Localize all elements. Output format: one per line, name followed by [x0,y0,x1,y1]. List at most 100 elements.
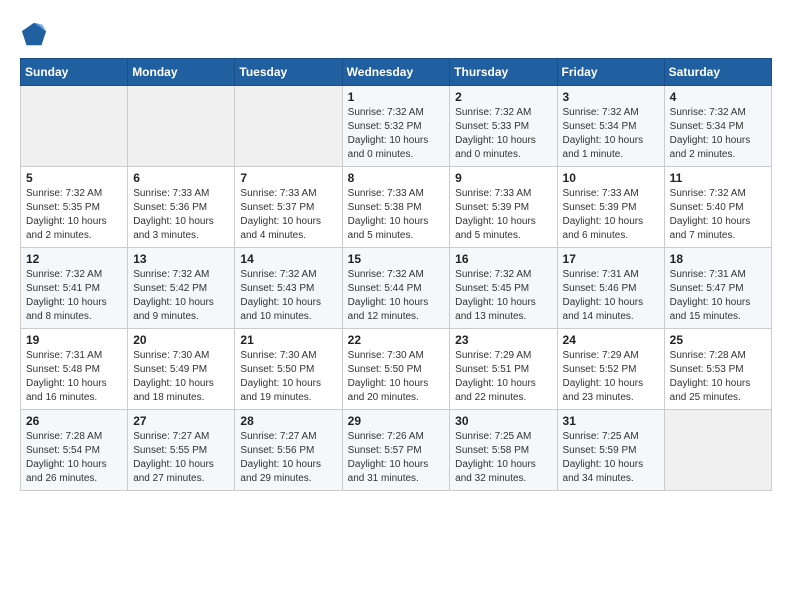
day-info: Sunrise: 7:32 AM Sunset: 5:32 PM Dayligh… [348,106,445,162]
day-info: Sunrise: 7:27 AM Sunset: 5:55 PM Dayligh… [133,430,229,486]
day-info: Sunrise: 7:27 AM Sunset: 5:56 PM Dayligh… [240,430,336,486]
day-number: 1 [348,90,445,104]
day-info: Sunrise: 7:25 AM Sunset: 5:59 PM Dayligh… [563,430,659,486]
calendar-header: SundayMondayTuesdayWednesdayThursdayFrid… [21,59,772,86]
day-number: 30 [455,414,551,428]
day-cell: 30Sunrise: 7:25 AM Sunset: 5:58 PM Dayli… [450,410,557,491]
day-info: Sunrise: 7:32 AM Sunset: 5:41 PM Dayligh… [26,268,122,324]
day-cell: 14 Sunrise: 7:32 AM Sunset: 5:43 PM Dayli… [235,248,342,329]
logo [20,20,52,48]
calendar-table: SundayMondayTuesdayWednesdayThursdayFrid… [20,58,772,491]
day-number: 3 [563,90,659,104]
day-info: Sunrise: 7:33 AM Sunset: 5:39 PM Dayligh… [563,187,659,243]
day-number: 17 [563,252,659,266]
day-cell: 19 Sunrise: 7:31 AM Sunset: 5:48 PM Dayli… [21,329,128,410]
day-cell: 8Sunrise: 7:33 AM Sunset: 5:38 PM Daylig… [342,167,450,248]
day-number: 27 [133,414,229,428]
header-cell-saturday: Saturday [664,59,771,86]
day-info: Sunrise: 7:26 AM Sunset: 5:57 PM Dayligh… [348,430,445,486]
day-info: Sunrise: 7:30 AM Sunset: 5:50 PM Dayligh… [240,349,336,405]
day-cell: 3 Sunrise: 7:32 AM Sunset: 5:34 PM Daylig… [557,86,664,167]
day-info: Sunrise: 7:29 AM Sunset: 5:52 PM Dayligh… [563,349,659,405]
day-cell: 27 Sunrise: 7:27 AM Sunset: 5:55 PM Dayli… [128,410,235,491]
day-number: 28 [240,414,336,428]
day-info: Sunrise: 7:32 AM Sunset: 5:34 PM Dayligh… [670,106,766,162]
week-row-3: 12 Sunrise: 7:32 AM Sunset: 5:41 PM Dayli… [21,248,772,329]
day-info: Sunrise: 7:32 AM Sunset: 5:42 PM Dayligh… [133,268,229,324]
day-cell: 1 Sunrise: 7:32 AM Sunset: 5:32 PM Daylig… [342,86,450,167]
day-number: 12 [26,252,122,266]
day-number: 13 [133,252,229,266]
week-row-2: 5 Sunrise: 7:32 AM Sunset: 5:35 PM Daylig… [21,167,772,248]
day-info: Sunrise: 7:31 AM Sunset: 5:48 PM Dayligh… [26,349,122,405]
day-cell: 9 Sunrise: 7:33 AM Sunset: 5:39 PM Daylig… [450,167,557,248]
day-cell: 15 Sunrise: 7:32 AM Sunset: 5:44 PM Dayli… [342,248,450,329]
day-cell: 28 Sunrise: 7:27 AM Sunset: 5:56 PM Dayli… [235,410,342,491]
day-info: Sunrise: 7:33 AM Sunset: 5:36 PM Dayligh… [133,187,229,243]
day-number: 9 [455,171,551,185]
day-cell [128,86,235,167]
day-cell: 7Sunrise: 7:33 AM Sunset: 5:37 PM Daylig… [235,167,342,248]
day-info: Sunrise: 7:33 AM Sunset: 5:37 PM Dayligh… [240,187,336,243]
day-cell: 22 Sunrise: 7:30 AM Sunset: 5:50 PM Dayli… [342,329,450,410]
day-number: 22 [348,333,445,347]
day-cell [21,86,128,167]
day-info: Sunrise: 7:28 AM Sunset: 5:54 PM Dayligh… [26,430,122,486]
day-cell: 24 Sunrise: 7:29 AM Sunset: 5:52 PM Dayli… [557,329,664,410]
day-cell: 31Sunrise: 7:25 AM Sunset: 5:59 PM Dayli… [557,410,664,491]
day-number: 11 [670,171,766,185]
day-number: 26 [26,414,122,428]
day-number: 6 [133,171,229,185]
day-number: 4 [670,90,766,104]
day-info: Sunrise: 7:33 AM Sunset: 5:38 PM Dayligh… [348,187,445,243]
day-number: 21 [240,333,336,347]
day-number: 5 [26,171,122,185]
day-info: Sunrise: 7:32 AM Sunset: 5:45 PM Dayligh… [455,268,551,324]
header-row: SundayMondayTuesdayWednesdayThursdayFrid… [21,59,772,86]
day-cell: 25Sunrise: 7:28 AM Sunset: 5:53 PM Dayli… [664,329,771,410]
day-number: 23 [455,333,551,347]
day-cell: 12 Sunrise: 7:32 AM Sunset: 5:41 PM Dayli… [21,248,128,329]
day-info: Sunrise: 7:28 AM Sunset: 5:53 PM Dayligh… [670,349,766,405]
day-cell: 11Sunrise: 7:32 AM Sunset: 5:40 PM Dayli… [664,167,771,248]
day-info: Sunrise: 7:30 AM Sunset: 5:49 PM Dayligh… [133,349,229,405]
day-cell: 20 Sunrise: 7:30 AM Sunset: 5:49 PM Dayli… [128,329,235,410]
day-cell: 10Sunrise: 7:33 AM Sunset: 5:39 PM Dayli… [557,167,664,248]
day-info: Sunrise: 7:32 AM Sunset: 5:35 PM Dayligh… [26,187,122,243]
header-cell-monday: Monday [128,59,235,86]
day-number: 24 [563,333,659,347]
calendar-body: 1 Sunrise: 7:32 AM Sunset: 5:32 PM Daylig… [21,86,772,491]
day-info: Sunrise: 7:33 AM Sunset: 5:39 PM Dayligh… [455,187,551,243]
day-number: 2 [455,90,551,104]
day-cell [235,86,342,167]
day-cell: 21 Sunrise: 7:30 AM Sunset: 5:50 PM Dayli… [235,329,342,410]
day-number: 14 [240,252,336,266]
day-info: Sunrise: 7:32 AM Sunset: 5:33 PM Dayligh… [455,106,551,162]
day-cell: 18Sunrise: 7:31 AM Sunset: 5:47 PM Dayli… [664,248,771,329]
day-info: Sunrise: 7:32 AM Sunset: 5:44 PM Dayligh… [348,268,445,324]
day-cell: 5 Sunrise: 7:32 AM Sunset: 5:35 PM Daylig… [21,167,128,248]
day-info: Sunrise: 7:30 AM Sunset: 5:50 PM Dayligh… [348,349,445,405]
day-number: 16 [455,252,551,266]
day-number: 15 [348,252,445,266]
day-info: Sunrise: 7:31 AM Sunset: 5:47 PM Dayligh… [670,268,766,324]
day-cell: 23Sunrise: 7:29 AM Sunset: 5:51 PM Dayli… [450,329,557,410]
day-info: Sunrise: 7:31 AM Sunset: 5:46 PM Dayligh… [563,268,659,324]
header [20,20,772,48]
day-number: 20 [133,333,229,347]
day-info: Sunrise: 7:32 AM Sunset: 5:34 PM Dayligh… [563,106,659,162]
day-cell: 16 Sunrise: 7:32 AM Sunset: 5:45 PM Dayli… [450,248,557,329]
day-number: 19 [26,333,122,347]
header-cell-tuesday: Tuesday [235,59,342,86]
day-cell: 26 Sunrise: 7:28 AM Sunset: 5:54 PM Dayli… [21,410,128,491]
header-cell-thursday: Thursday [450,59,557,86]
day-cell: 6 Sunrise: 7:33 AM Sunset: 5:36 PM Daylig… [128,167,235,248]
day-cell: 4 Sunrise: 7:32 AM Sunset: 5:34 PM Daylig… [664,86,771,167]
day-cell: 29 Sunrise: 7:26 AM Sunset: 5:57 PM Dayli… [342,410,450,491]
day-cell: 2 Sunrise: 7:32 AM Sunset: 5:33 PM Daylig… [450,86,557,167]
day-info: Sunrise: 7:32 AM Sunset: 5:43 PM Dayligh… [240,268,336,324]
day-cell: 17 Sunrise: 7:31 AM Sunset: 5:46 PM Dayli… [557,248,664,329]
header-cell-friday: Friday [557,59,664,86]
header-cell-sunday: Sunday [21,59,128,86]
day-number: 29 [348,414,445,428]
